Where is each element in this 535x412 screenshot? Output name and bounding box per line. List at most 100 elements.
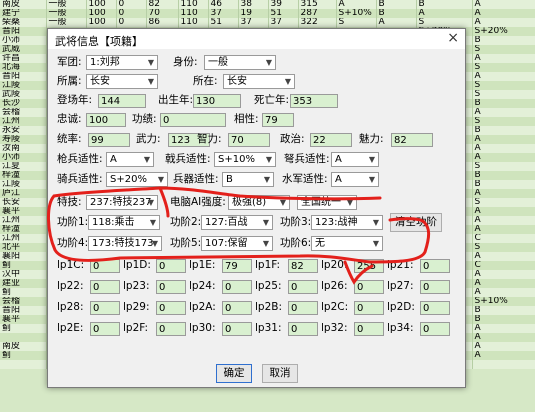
rank2-select[interactable]: 127:百战 ▼ <box>201 215 273 230</box>
param-field[interactable]: 0 <box>222 322 252 336</box>
loyalty-field[interactable]: 100 <box>86 113 126 127</box>
close-icon[interactable]: × <box>447 30 459 46</box>
charm-field[interactable]: 82 <box>391 133 433 147</box>
param-label: lp27: <box>387 280 414 292</box>
belong-select[interactable]: 长安 ▼ <box>86 74 158 89</box>
rank1-select[interactable]: 118:乘击 ▼ <box>88 215 160 230</box>
param-field[interactable]: 0 <box>288 301 318 315</box>
rank4-select[interactable]: 173:特技173 ▼ <box>88 236 162 251</box>
table-cell: 0 <box>116 9 147 18</box>
cancel-button[interactable]: 取消 <box>262 364 298 383</box>
param-field[interactable]: 0 <box>288 280 318 294</box>
param-field[interactable]: 0 <box>90 280 120 294</box>
table-cell: B <box>472 36 535 45</box>
table-cell: 许昌 <box>0 54 47 63</box>
chevron-down-icon: ▼ <box>149 218 156 227</box>
param-field[interactable]: 0 <box>354 322 384 336</box>
birth-field[interactable]: 130 <box>193 94 241 108</box>
bow-select[interactable]: A ▼ <box>331 152 379 167</box>
location-select[interactable]: 长安 ▼ <box>223 74 295 89</box>
param-field[interactable]: 0 <box>420 259 450 273</box>
death-field[interactable]: 353 <box>290 94 338 108</box>
merit-field[interactable]: 0 <box>160 113 226 127</box>
table-cell: S <box>472 198 535 207</box>
pol-label: 政治: <box>280 133 305 145</box>
cav-value: S+20% <box>110 174 147 185</box>
param-field[interactable]: 0 <box>156 280 186 294</box>
param-label: lp1F: <box>255 259 281 271</box>
rank3-select[interactable]: 123:战神 ▼ <box>311 215 383 230</box>
table-cell: C <box>472 234 535 243</box>
belong-label: 所属: <box>57 75 82 87</box>
param-field[interactable]: 79 <box>222 259 252 273</box>
intel-field[interactable]: 70 <box>228 133 270 147</box>
rank6-label: 功阶6: <box>280 237 312 249</box>
lead-field[interactable]: 99 <box>88 133 130 147</box>
param-field[interactable]: 0 <box>420 280 450 294</box>
param-field[interactable]: 0 <box>354 280 384 294</box>
clear-ranks-button[interactable]: 清空功阶 <box>390 213 442 232</box>
param-field[interactable]: 0 <box>90 259 120 273</box>
skill-select[interactable]: 237:特技237 ▼ <box>86 195 158 210</box>
navy-select[interactable]: A ▼ <box>331 172 379 187</box>
param-field[interactable]: 0 <box>222 280 252 294</box>
table-cell: 51 <box>268 9 299 18</box>
table-cell: 110 <box>178 0 209 9</box>
spear-label: 枪兵适性: <box>57 153 103 165</box>
table-cell: 蓟 <box>0 261 47 270</box>
charm-label: 魅力: <box>359 133 384 145</box>
table-cell: A <box>472 333 535 342</box>
param-field[interactable]: 0 <box>288 322 318 336</box>
param-field[interactable]: 0 <box>222 301 252 315</box>
table-cell: 蓟 <box>0 288 47 297</box>
status-select[interactable]: 一般 ▼ <box>204 55 276 70</box>
ai-select[interactable]: 极强(8) ▼ <box>228 195 290 210</box>
table-cell: 汝南 <box>0 144 47 153</box>
param-field[interactable]: 82 <box>288 259 318 273</box>
table-cell: 梓潼 <box>0 225 47 234</box>
spear-select[interactable]: A ▼ <box>106 152 154 167</box>
table-cell: 一般 <box>46 9 87 18</box>
table-cell: 寿陵 <box>0 135 47 144</box>
pike-label: 戟兵适性: <box>165 153 211 165</box>
table-cell: 37 <box>238 18 269 27</box>
param-field[interactable]: 0 <box>90 301 120 315</box>
table-cell: A <box>472 189 535 198</box>
army-value: 1:刘邦 <box>90 57 120 68</box>
param-field[interactable]: 0 <box>90 322 120 336</box>
param-field[interactable]: 255 <box>354 259 384 273</box>
table-cell: 南皮 <box>0 342 47 351</box>
ok-button[interactable]: 确定 <box>216 364 252 383</box>
pol-field[interactable]: 22 <box>310 133 352 147</box>
cav-select[interactable]: S+20% ▼ <box>106 172 168 187</box>
debut-field[interactable]: 144 <box>98 94 146 108</box>
table-cell: 0 <box>116 0 147 9</box>
dialog-titlebar: 武将信息【项籍】 × <box>48 29 465 49</box>
param-field[interactable]: 0 <box>156 259 186 273</box>
compat-field[interactable]: 79 <box>262 113 294 127</box>
param-field[interactable]: 0 <box>156 301 186 315</box>
chevron-down-icon: ▼ <box>263 175 270 184</box>
param-field[interactable]: 0 <box>156 322 186 336</box>
siege-select[interactable]: B ▼ <box>222 172 274 187</box>
unify-select[interactable]: 全国统一 ▼ <box>297 195 357 210</box>
table-cell: 梓潼 <box>0 171 47 180</box>
table-row: 柴桑 一般 100 0 86 110 51 37 37 322 S A S A <box>0 18 535 27</box>
officer-info-dialog: 武将信息【项籍】 × 军团: 1:刘邦 ▼ 身份: 一般 ▼ 所属: 长安 ▼ 所在:… <box>47 28 466 388</box>
table-cell: 一般 <box>46 18 87 27</box>
table-cell: 315 <box>298 0 337 9</box>
army-select[interactable]: 1:刘邦 ▼ <box>86 55 158 70</box>
table-cell: 蓟 <box>0 351 47 360</box>
param-field[interactable]: 0 <box>420 301 450 315</box>
rank4-label: 功阶4: <box>57 237 89 249</box>
table-cell: A <box>472 72 535 81</box>
param-field[interactable]: 0 <box>354 301 384 315</box>
rank6-value: 无 <box>315 238 325 249</box>
param-field[interactable]: 0 <box>420 322 450 336</box>
pike-select[interactable]: S+10% ▼ <box>214 152 276 167</box>
param-label: lp1C: <box>57 259 85 271</box>
rank6-select[interactable]: 无 ▼ <box>311 236 383 251</box>
table-cell: 江州 <box>0 117 47 126</box>
rank5-value: 107:保留 <box>205 238 248 249</box>
rank5-select[interactable]: 107:保留 ▼ <box>201 236 273 251</box>
